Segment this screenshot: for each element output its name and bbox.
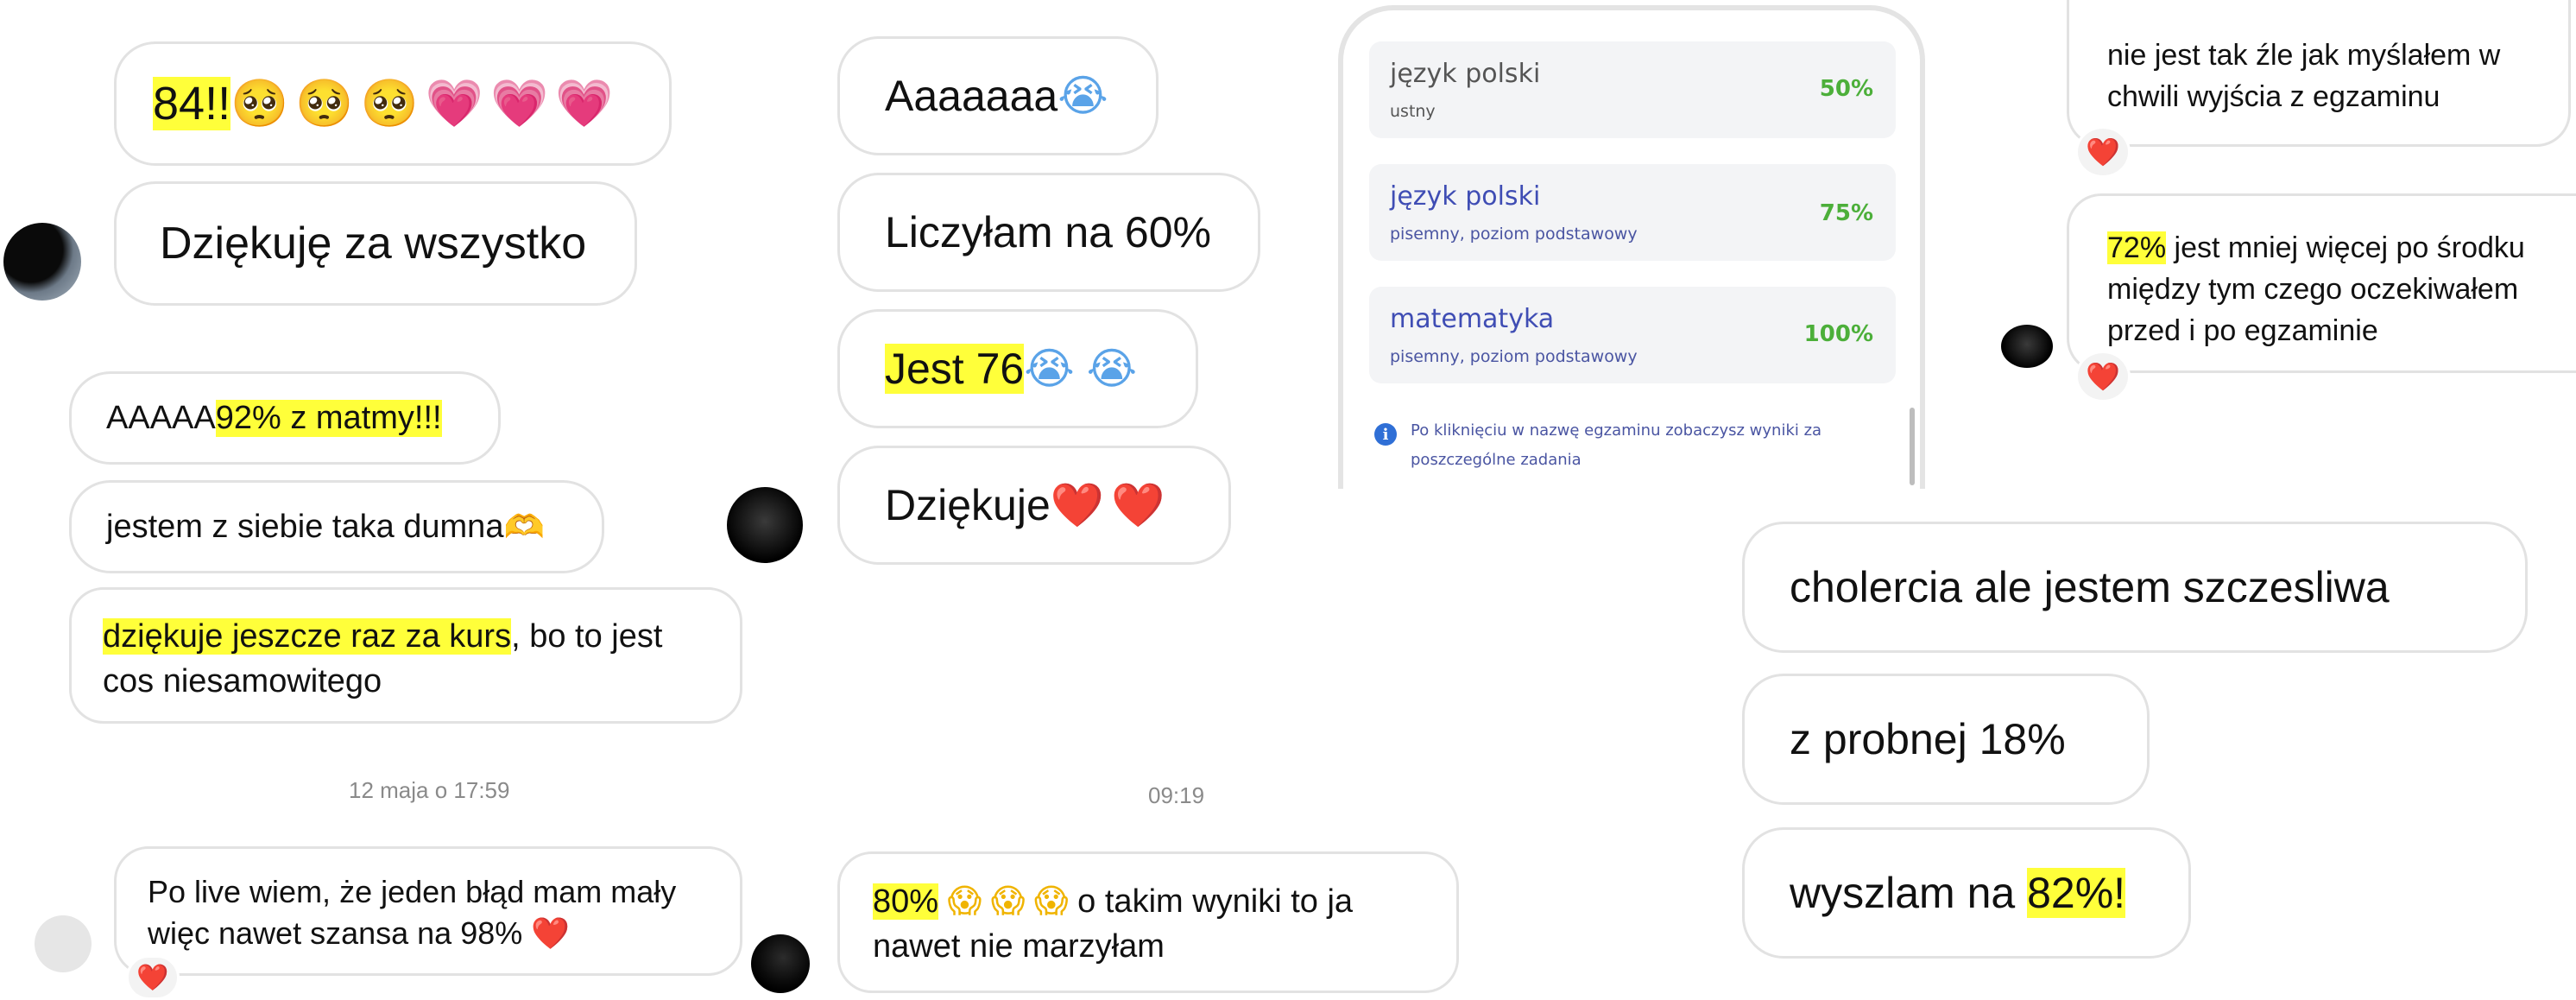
- message-text: cholercia ale jestem szczesliwa: [1790, 563, 2390, 611]
- info-text: Po kliknięciu w nazwę egzaminu zobaczysz…: [1411, 421, 1822, 469]
- message-bubble-80: 80% 😱 😱 😱 o takim wyniki to ja nawet nie…: [837, 851, 1459, 993]
- highlighted-text: 72%: [2107, 231, 2167, 264]
- message-bubble-probnej: z probnej 18%: [1742, 674, 2150, 805]
- heart-reaction[interactable]: ❤️: [2075, 126, 2131, 178]
- highlighted-text: dziękuje jeszcze raz za kurs: [103, 618, 512, 655]
- red-heart-emoji: ❤️: [531, 916, 571, 952]
- message-text: Dziękuje: [885, 481, 1051, 529]
- message-text-block: Po live wiem, że jeden błąd mam mały wię…: [148, 871, 709, 955]
- message-bubble-wyszlam: wyszlam na 82%!: [1742, 827, 2191, 959]
- message-bubble-nie-jest: nie jest tak źle jak myślałem w chwili w…: [2067, 0, 2571, 147]
- highlighted-text: 92% z matmy!!!: [215, 399, 442, 437]
- heart-reaction[interactable]: ❤️: [2075, 351, 2131, 402]
- heart-reaction[interactable]: ❤️: [126, 955, 180, 1000]
- message-text: wyszlam na: [1790, 869, 2028, 917]
- heart-icon: ❤️: [136, 962, 169, 993]
- scrollbar[interactable]: [1910, 408, 1915, 485]
- result-percent: 100%: [1803, 321, 1873, 347]
- result-percent: 75%: [1819, 200, 1873, 226]
- result-type: pisemny, poziom podstawowy: [1390, 347, 1638, 366]
- result-row-polish-written[interactable]: język polski pisemny, poziom podstawowy …: [1369, 164, 1896, 261]
- heart-icon: ❤️: [2086, 360, 2120, 393]
- message-text: nie jest tak źle jak myślałem w chwili w…: [2107, 39, 2501, 113]
- pink-heart-emoji: 💗: [425, 76, 484, 130]
- message-text: Aaaaaaa: [885, 72, 1058, 120]
- message-text: Liczyłam na 60%: [885, 208, 1211, 256]
- heart-hands-emoji: 🫶: [503, 507, 545, 546]
- red-heart-emoji: ❤️: [1111, 479, 1165, 530]
- result-row-polish-oral[interactable]: język polski ustny 50%: [1369, 41, 1896, 138]
- highlighted-text: Jest 76: [885, 344, 1025, 394]
- red-heart-emoji: ❤️: [1050, 479, 1105, 530]
- message-bubble-cholercia: cholercia ale jestem szczesliwa: [1742, 522, 2528, 653]
- message-bubble-84: 84!! 🥺 🥺 🥺 💗 💗 💗: [114, 41, 672, 166]
- avatar[interactable]: [751, 934, 810, 993]
- message-bubble-liczylam: Liczyłam na 60%: [837, 173, 1260, 292]
- message-text: Dziękuję za wszystko: [160, 218, 587, 269]
- result-subject: matematyka: [1390, 304, 1555, 334]
- result-type: ustny: [1390, 102, 1436, 121]
- message-bubble-dziekuje: Dziękuje ❤️ ❤️: [837, 446, 1231, 565]
- pleading-face-emoji: 🥺: [295, 76, 354, 130]
- timestamp: 09:19: [1148, 782, 1205, 808]
- info-icon: i: [1374, 423, 1397, 446]
- crying-face-emoji: 😭: [1024, 344, 1075, 394]
- pink-heart-emoji: 💗: [555, 76, 614, 130]
- message-text: o takim wyniki to ja nawet nie marzyłam: [873, 883, 1354, 965]
- message-text: AAAAA: [106, 399, 216, 436]
- result-percent: 50%: [1819, 76, 1873, 102]
- exam-results-screen: język polski ustny 50% język polski pise…: [1338, 5, 1925, 489]
- heart-icon: ❤️: [2086, 136, 2120, 168]
- message-text: Po live wiem, że jeden błąd mam mały wię…: [148, 874, 677, 951]
- message-text: z probnej 18%: [1790, 715, 2066, 763]
- highlighted-text: 80%: [873, 883, 939, 920]
- message-bubble-thanks: Dziękuję za wszystko: [114, 181, 637, 306]
- screaming-face-emoji: 😱: [990, 882, 1026, 920]
- message-text: jestem z siebie taka dumna: [106, 508, 504, 545]
- message-bubble-aaaa: Aaaaaaa 😭: [837, 36, 1159, 155]
- message-bubble-matmy: AAAAA 92% z matmy!!!: [69, 371, 501, 465]
- pleading-face-emoji: 🥺: [360, 76, 419, 130]
- timestamp: 12 maja o 17:59: [349, 777, 510, 803]
- avatar[interactable]: [2001, 325, 2053, 368]
- screaming-face-emoji: 😱: [1034, 882, 1069, 920]
- message-text-block: dziękuje jeszcze raz za kurs, bo to jest…: [103, 614, 709, 704]
- avatar-placeholder[interactable]: [35, 915, 92, 972]
- message-bubble-kurs: dziękuje jeszcze raz za kurs, bo to jest…: [69, 587, 742, 724]
- pleading-face-emoji: 🥺: [230, 76, 289, 130]
- highlighted-text: 82%!: [2027, 868, 2126, 918]
- screaming-face-emoji: 😱: [947, 882, 982, 920]
- crying-face-emoji: 😭: [1058, 71, 1108, 121]
- avatar[interactable]: [3, 223, 81, 301]
- pink-heart-emoji: 💗: [490, 76, 549, 130]
- message-bubble-live: Po live wiem, że jeden błąd mam mały wię…: [114, 846, 742, 976]
- avatar[interactable]: [727, 487, 803, 563]
- crying-face-emoji: 😭: [1086, 344, 1138, 394]
- message-text: jest mniej więcej po środku między tym c…: [2107, 231, 2525, 347]
- result-subject: język polski: [1390, 59, 1541, 89]
- message-text-block: 80% 😱 😱 😱 o takim wyniki to ja nawet nie…: [873, 878, 1424, 969]
- message-text-block: 72% jest mniej więcej po środku między t…: [2107, 227, 2559, 351]
- message-bubble-dumna: jestem z siebie taka dumna 🫶: [69, 480, 604, 573]
- result-subject: język polski: [1390, 181, 1541, 212]
- result-type: pisemny, poziom podstawowy: [1390, 225, 1638, 244]
- message-bubble-jest: Jest 76 😭 😭: [837, 309, 1198, 428]
- result-row-math[interactable]: matematyka pisemny, poziom podstawowy 10…: [1369, 287, 1896, 383]
- message-text-84: 84!!: [153, 77, 231, 130]
- message-bubble-72: 72% jest mniej więcej po środku między t…: [2067, 193, 2576, 373]
